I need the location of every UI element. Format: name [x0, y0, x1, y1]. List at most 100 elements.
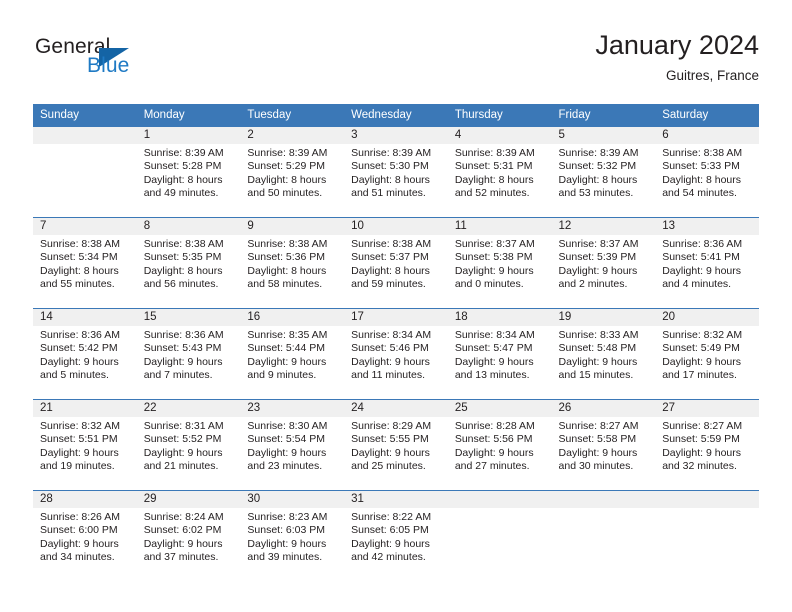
daylight-text-line2: and 13 minutes. — [454, 368, 530, 381]
day-number: 8 — [136, 218, 241, 235]
sunset-text: Sunset: 5:38 PM — [454, 251, 533, 264]
daylight-text-line2: and 42 minutes. — [351, 550, 426, 563]
calendar-day-cell[interactable]: 15 Sunrise: 8:36 AM Sunset: 5:43 PM Dayligh… — [136, 308, 241, 400]
calendar-day-cell[interactable]: 29 Sunrise: 8:24 AM Sunset: 6:02 PM Dayligh… — [136, 490, 241, 581]
daylight-text-line2: and 7 minutes. — [143, 368, 213, 381]
sunrise-text: Sunrise: 8:27 AM — [662, 420, 743, 432]
day-number: 2 — [240, 127, 345, 144]
daylight-text-line1: Daylight: 9 hours — [558, 446, 638, 459]
calendar-day-cell[interactable]: 1 Sunrise: 8:39 AM Sunset: 5:28 PM Daylight… — [136, 126, 241, 218]
calendar-day-cell-empty — [33, 126, 137, 218]
day-number: 19 — [551, 309, 656, 326]
day-number — [551, 491, 656, 508]
calendar-day-cell[interactable]: 7 Sunrise: 8:38 AM Sunset: 5:34 PM Daylight… — [33, 217, 137, 309]
day-details: Sunrise: 8:24 AM Sunset: 6:02 PM Daylight:… — [137, 508, 241, 564]
daylight-text-line2: and 59 minutes. — [351, 277, 426, 290]
daylight-text-line2: and 58 minutes. — [247, 277, 323, 290]
calendar-day-cell[interactable]: 26 Sunrise: 8:27 AM Sunset: 5:58 PM Dayligh… — [551, 399, 656, 491]
sunset-text: Sunset: 6:05 PM — [351, 524, 429, 537]
daylight-text-line1: Daylight: 9 hours — [454, 446, 534, 459]
day-number: 15 — [136, 309, 241, 326]
page-header: General Blue January 2024 Guitres, Franc… — [33, 28, 759, 96]
calendar-day-cell[interactable]: 31 Sunrise: 8:22 AM Sunset: 6:05 PM Dayligh… — [344, 490, 448, 581]
day-number: 22 — [136, 400, 241, 417]
day-number: 17 — [344, 309, 448, 326]
calendar-day-cell[interactable]: 2 Sunrise: 8:39 AM Sunset: 5:29 PM Daylight… — [240, 126, 345, 218]
daylight-text-line2: and 4 minutes. — [662, 277, 732, 290]
day-number: 21 — [33, 400, 137, 417]
day-number: 18 — [447, 309, 552, 326]
daylight-text-line2: and 39 minutes. — [247, 550, 323, 563]
sunrise-text: Sunrise: 8:37 AM — [454, 238, 535, 250]
calendar-day-cell[interactable]: 10 Sunrise: 8:38 AM Sunset: 5:37 PM Dayligh… — [344, 217, 448, 309]
calendar-day-cell-empty — [655, 490, 759, 581]
calendar-day-cell[interactable]: 30 Sunrise: 8:23 AM Sunset: 6:03 PM Dayligh… — [240, 490, 345, 581]
day-details: Sunrise: 8:36 AM Sunset: 5:42 PM Daylight:… — [33, 326, 137, 382]
calendar-day-cell[interactable]: 9 Sunrise: 8:38 AM Sunset: 5:36 PM Daylight… — [240, 217, 345, 309]
sunset-text: Sunset: 5:59 PM — [662, 433, 740, 446]
calendar-day-cell[interactable]: 12 Sunrise: 8:37 AM Sunset: 5:39 PM Dayligh… — [551, 217, 656, 309]
daylight-text-line1: Daylight: 9 hours — [351, 537, 430, 550]
day-details: Sunrise: 8:39 AM Sunset: 5:29 PM Daylight:… — [240, 144, 344, 200]
sunrise-text: Sunrise: 8:36 AM — [143, 329, 224, 341]
calendar-day-cell[interactable]: 8 Sunrise: 8:38 AM Sunset: 5:35 PM Daylight… — [136, 217, 241, 309]
day-details: Sunrise: 8:32 AM Sunset: 5:51 PM Daylight:… — [33, 417, 137, 473]
sunrise-text: Sunrise: 8:39 AM — [247, 147, 328, 159]
daylight-text-line1: Daylight: 8 hours — [143, 264, 223, 277]
day-details: Sunrise: 8:31 AM Sunset: 5:52 PM Daylight:… — [137, 417, 241, 473]
day-number: 3 — [344, 127, 448, 144]
calendar-day-cell[interactable]: 18 Sunrise: 8:34 AM Sunset: 5:47 PM Dayligh… — [447, 308, 552, 400]
calendar-week-row: 28 Sunrise: 8:26 AM Sunset: 6:00 PM Dayligh… — [33, 490, 759, 581]
calendar-day-cell[interactable]: 6 Sunrise: 8:38 AM Sunset: 5:33 PM Daylight… — [655, 126, 759, 218]
sunrise-text: Sunrise: 8:38 AM — [143, 238, 224, 250]
weekday-header-tuesday: Tuesday — [240, 104, 345, 127]
day-details: Sunrise: 8:39 AM Sunset: 5:30 PM Daylight:… — [344, 144, 448, 200]
calendar-day-cell[interactable]: 28 Sunrise: 8:26 AM Sunset: 6:00 PM Dayligh… — [33, 490, 137, 581]
calendar-day-cell[interactable]: 21 Sunrise: 8:32 AM Sunset: 5:51 PM Dayligh… — [33, 399, 137, 491]
daylight-text-line1: Daylight: 8 hours — [662, 173, 742, 186]
sunset-text: Sunset: 5:46 PM — [351, 342, 429, 355]
day-details: Sunrise: 8:34 AM Sunset: 5:47 PM Daylight:… — [448, 326, 552, 382]
calendar-day-cell[interactable]: 22 Sunrise: 8:31 AM Sunset: 5:52 PM Dayligh… — [136, 399, 241, 491]
calendar-day-cell[interactable]: 16 Sunrise: 8:35 AM Sunset: 5:44 PM Dayligh… — [240, 308, 345, 400]
day-number: 9 — [240, 218, 345, 235]
sunrise-text: Sunrise: 8:28 AM — [454, 420, 535, 432]
calendar-day-cell[interactable]: 23 Sunrise: 8:30 AM Sunset: 5:54 PM Dayligh… — [240, 399, 345, 491]
calendar-day-cell[interactable]: 11 Sunrise: 8:37 AM Sunset: 5:38 PM Dayligh… — [447, 217, 552, 309]
calendar-day-cell[interactable]: 13 Sunrise: 8:36 AM Sunset: 5:41 PM Dayligh… — [655, 217, 759, 309]
sunrise-text: Sunrise: 8:26 AM — [40, 511, 120, 523]
daylight-text-line1: Daylight: 8 hours — [247, 173, 327, 186]
sunrise-text: Sunrise: 8:32 AM — [662, 329, 743, 341]
sunrise-text: Sunrise: 8:39 AM — [558, 147, 639, 159]
sunrise-text: Sunrise: 8:23 AM — [247, 511, 328, 523]
calendar-day-cell[interactable]: 14 Sunrise: 8:36 AM Sunset: 5:42 PM Dayligh… — [33, 308, 137, 400]
day-details: Sunrise: 8:37 AM Sunset: 5:38 PM Daylight:… — [448, 235, 552, 291]
sunrise-text: Sunrise: 8:38 AM — [662, 147, 743, 159]
day-number: 10 — [344, 218, 448, 235]
daylight-text-line1: Daylight: 8 hours — [143, 173, 223, 186]
calendar-day-cell[interactable]: 25 Sunrise: 8:28 AM Sunset: 5:56 PM Dayligh… — [447, 399, 552, 491]
calendar-day-cell[interactable]: 5 Sunrise: 8:39 AM Sunset: 5:32 PM Daylight… — [551, 126, 656, 218]
sunrise-text: Sunrise: 8:36 AM — [40, 329, 120, 341]
calendar-day-cell[interactable]: 17 Sunrise: 8:34 AM Sunset: 5:46 PM Dayligh… — [344, 308, 448, 400]
day-details: Sunrise: 8:30 AM Sunset: 5:54 PM Daylight:… — [240, 417, 344, 473]
day-details: Sunrise: 8:39 AM Sunset: 5:28 PM Daylight:… — [137, 144, 241, 200]
day-details: Sunrise: 8:38 AM Sunset: 5:36 PM Daylight:… — [240, 235, 344, 291]
day-number — [655, 491, 759, 508]
calendar-day-cell[interactable]: 20 Sunrise: 8:32 AM Sunset: 5:49 PM Dayligh… — [655, 308, 759, 400]
sunrise-text: Sunrise: 8:36 AM — [662, 238, 743, 250]
day-details: Sunrise: 8:38 AM Sunset: 5:37 PM Daylight:… — [344, 235, 448, 291]
calendar-day-cell[interactable]: 4 Sunrise: 8:39 AM Sunset: 5:31 PM Daylight… — [447, 126, 552, 218]
calendar-day-cell[interactable]: 19 Sunrise: 8:33 AM Sunset: 5:48 PM Dayligh… — [551, 308, 656, 400]
day-details: Sunrise: 8:36 AM Sunset: 5:43 PM Daylight:… — [137, 326, 241, 382]
calendar-table: Sunday Monday Tuesday Wednesday Thursday… — [33, 104, 759, 581]
sunset-text: Sunset: 5:58 PM — [558, 433, 637, 446]
calendar-day-cell[interactable]: 27 Sunrise: 8:27 AM Sunset: 5:59 PM Dayligh… — [655, 399, 759, 491]
calendar-day-cell[interactable]: 24 Sunrise: 8:29 AM Sunset: 5:55 PM Dayligh… — [344, 399, 448, 491]
sunset-text: Sunset: 6:03 PM — [247, 524, 326, 537]
general-blue-logo[interactable]: General Blue — [33, 35, 163, 87]
calendar-day-cell[interactable]: 3 Sunrise: 8:39 AM Sunset: 5:30 PM Daylight… — [344, 126, 448, 218]
daylight-text-line1: Daylight: 9 hours — [40, 537, 119, 550]
day-details: Sunrise: 8:35 AM Sunset: 5:44 PM Daylight:… — [240, 326, 344, 382]
day-details: Sunrise: 8:22 AM Sunset: 6:05 PM Daylight:… — [344, 508, 448, 564]
